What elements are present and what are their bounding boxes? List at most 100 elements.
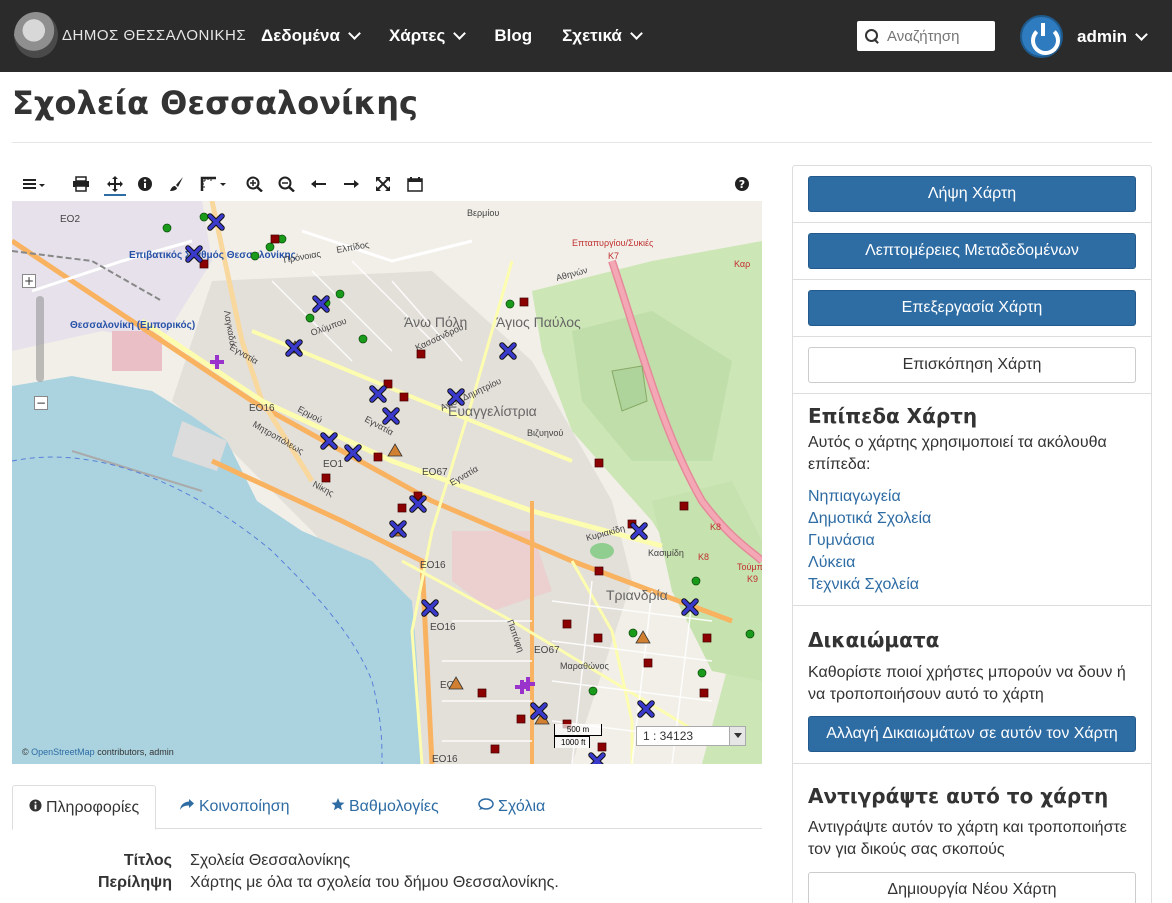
layer-link[interactable]: Δημοτικά Σχολεία bbox=[808, 510, 931, 528]
info-icon[interactable] bbox=[136, 176, 154, 192]
top-navbar: ΔΗΜΟΣ ΘΕΣΣΑΛΟΝΙΚΗΣ Δεδομένα Χάρτες Blog … bbox=[0, 0, 1172, 72]
star-icon bbox=[331, 785, 345, 829]
primary-school-marker[interactable] bbox=[594, 458, 604, 468]
primary-school-marker[interactable] bbox=[477, 688, 487, 698]
sidebar-section: Λεπτομέρειες Μεταδεδομένων bbox=[793, 223, 1151, 280]
osm-link[interactable]: OpenStreetMap bbox=[31, 747, 95, 757]
main-menu: Δεδομένα Χάρτες Blog Σχετικά bbox=[261, 0, 671, 72]
kindergarten-marker[interactable] bbox=[588, 686, 598, 696]
primary-school-marker[interactable] bbox=[490, 744, 500, 754]
change-permissions-button[interactable]: Αλλαγή Δικαιωμάτων σε αυτόν τον Χάρτη bbox=[808, 716, 1136, 752]
primary-school-marker[interactable] bbox=[416, 349, 426, 359]
map-viewport[interactable]: ΕΟ2 Επιβατικός Σταθμός Θεσσαλονίκης Θεσσ… bbox=[12, 201, 762, 764]
kindergarten-marker[interactable] bbox=[358, 334, 368, 344]
download-map-button[interactable]: Λήψη Χάρτη bbox=[808, 176, 1136, 212]
zoom-in-button[interactable]: + bbox=[22, 274, 36, 288]
tab-label: Σχόλια bbox=[498, 798, 546, 815]
nav-item-blog[interactable]: Blog bbox=[494, 26, 532, 46]
map-label: Κασιμίδη bbox=[648, 548, 684, 558]
search-icon[interactable] bbox=[865, 29, 879, 43]
avatar[interactable] bbox=[1020, 15, 1063, 58]
user-menu[interactable]: admin bbox=[1020, 15, 1148, 58]
primary-school-marker[interactable] bbox=[699, 688, 709, 698]
primary-school-marker[interactable] bbox=[399, 392, 409, 402]
style-icon[interactable] bbox=[168, 176, 186, 192]
nav-item-about[interactable]: Σχετικά bbox=[562, 26, 643, 46]
info-summary-value: Χάρτης με όλα τα σχολεία του δήμου Θεσσα… bbox=[190, 874, 559, 891]
primary-school-marker[interactable] bbox=[270, 234, 280, 244]
kindergarten-marker[interactable] bbox=[265, 242, 275, 252]
kindergarten-marker[interactable] bbox=[628, 628, 638, 638]
primary-school-marker[interactable] bbox=[397, 503, 407, 513]
map-label: Θεσσαλονίκη (Εμπορικός) bbox=[70, 320, 195, 331]
scale-metric: 500 m bbox=[554, 724, 602, 736]
kindergarten-marker[interactable] bbox=[162, 223, 172, 233]
primary-school-marker[interactable] bbox=[519, 297, 529, 307]
primary-school-marker[interactable] bbox=[594, 566, 604, 576]
layer-link[interactable]: Λύκεια bbox=[808, 554, 855, 572]
edit-map-button[interactable]: Επεξεργασία Χάρτη bbox=[808, 290, 1136, 326]
sidebar-section: Επισκόπηση Χάρτη bbox=[793, 337, 1151, 394]
kindergarten-marker[interactable] bbox=[250, 251, 260, 261]
nav-item-data[interactable]: Δεδομένα bbox=[261, 26, 361, 46]
layers-description: Αυτός ο χάρτης χρησιμοποιεί τα ακόλουθα … bbox=[808, 434, 1107, 473]
zoom-out-icon[interactable] bbox=[278, 176, 296, 193]
permissions-heading: Δικαιώματα bbox=[808, 628, 940, 652]
kindergarten-marker[interactable] bbox=[199, 212, 209, 222]
primary-school-marker[interactable] bbox=[679, 501, 689, 511]
preview-map-button[interactable]: Επισκόπηση Χάρτη bbox=[808, 347, 1136, 383]
scale-select[interactable]: 1 : 34123 bbox=[636, 726, 746, 746]
kindergarten-marker[interactable] bbox=[335, 289, 345, 299]
layer-link[interactable]: Τεχνικά Σχολεία bbox=[808, 576, 919, 594]
chevron-down-icon[interactable] bbox=[729, 727, 745, 745]
primary-school-marker[interactable] bbox=[593, 633, 603, 643]
user-name[interactable]: admin bbox=[1077, 27, 1127, 47]
calendar-icon[interactable] bbox=[406, 176, 424, 192]
search-input[interactable] bbox=[887, 27, 987, 45]
tab-ratings[interactable]: Βαθμολογίες bbox=[315, 785, 455, 829]
chevron-down-icon bbox=[348, 27, 361, 40]
brand-name: ΔΗΜΟΣ ΘΕΣΣΑΛΟΝΙΚΗΣ bbox=[62, 26, 247, 44]
primary-school-marker[interactable] bbox=[321, 473, 331, 483]
zoom-out-button[interactable]: − bbox=[34, 396, 48, 410]
primary-school-marker[interactable] bbox=[643, 658, 653, 668]
tab-comments[interactable]: Σχόλια bbox=[462, 785, 561, 829]
primary-school-marker[interactable] bbox=[516, 714, 526, 724]
zoom-in-icon[interactable] bbox=[246, 176, 264, 193]
info-title-value: Σχολεία Θεσσαλονίκης bbox=[190, 852, 351, 869]
primary-school-marker[interactable] bbox=[373, 452, 383, 462]
menu-icon[interactable] bbox=[22, 176, 48, 192]
sidebar-section-permissions: Δικαιώματα Καθορίστε ποιοί χρήστες μπορο… bbox=[793, 606, 1151, 764]
kindergarten-marker[interactable] bbox=[505, 299, 515, 309]
map-label: ΕΟ16 bbox=[432, 754, 458, 764]
create-new-map-button[interactable]: Δημιουργία Νέου Χάρτη bbox=[808, 872, 1136, 903]
measure-icon[interactable] bbox=[200, 176, 228, 192]
primary-school-marker[interactable] bbox=[562, 619, 572, 629]
layer-link[interactable]: Νηπιαγωγεία bbox=[808, 488, 901, 506]
pan-icon[interactable] bbox=[104, 176, 126, 196]
primary-school-marker[interactable] bbox=[702, 633, 712, 643]
chevron-down-icon[interactable] bbox=[1135, 27, 1148, 41]
tab-share[interactable]: Κοινοποίηση bbox=[163, 785, 306, 829]
tab-info[interactable]: Πληροφορίες bbox=[12, 785, 157, 830]
nav-item-label: Blog bbox=[494, 26, 533, 45]
metadata-details-button[interactable]: Λεπτομέρειες Μεταδεδομένων bbox=[808, 233, 1136, 269]
sidebar-section-layers: Επίπεδα Χάρτη Αυτός ο χάρτης χρησιμοποιε… bbox=[793, 394, 1151, 606]
search-box[interactable] bbox=[857, 21, 995, 51]
kindergarten-marker[interactable] bbox=[697, 668, 707, 678]
brand[interactable]: ΔΗΜΟΣ ΘΕΣΣΑΛΟΝΙΚΗΣ bbox=[14, 12, 246, 58]
fullscreen-icon[interactable] bbox=[374, 176, 392, 192]
print-icon[interactable] bbox=[72, 176, 90, 192]
scale-ratio: 1 : 34123 bbox=[643, 729, 694, 743]
kindergarten-marker[interactable] bbox=[305, 313, 315, 323]
back-icon[interactable] bbox=[310, 176, 328, 192]
layers-heading: Επίπεδα Χάρτη bbox=[808, 404, 978, 428]
kindergarten-marker[interactable] bbox=[745, 629, 755, 639]
kindergarten-marker[interactable] bbox=[691, 576, 701, 586]
zoom-slider[interactable] bbox=[36, 296, 44, 382]
help-icon[interactable]: ? bbox=[733, 176, 751, 192]
layer-link[interactable]: Γυμνάσια bbox=[808, 532, 875, 550]
attribution-suffix: contributors, admin bbox=[94, 747, 174, 757]
forward-icon[interactable] bbox=[342, 176, 360, 192]
nav-item-maps[interactable]: Χάρτες bbox=[389, 26, 467, 46]
